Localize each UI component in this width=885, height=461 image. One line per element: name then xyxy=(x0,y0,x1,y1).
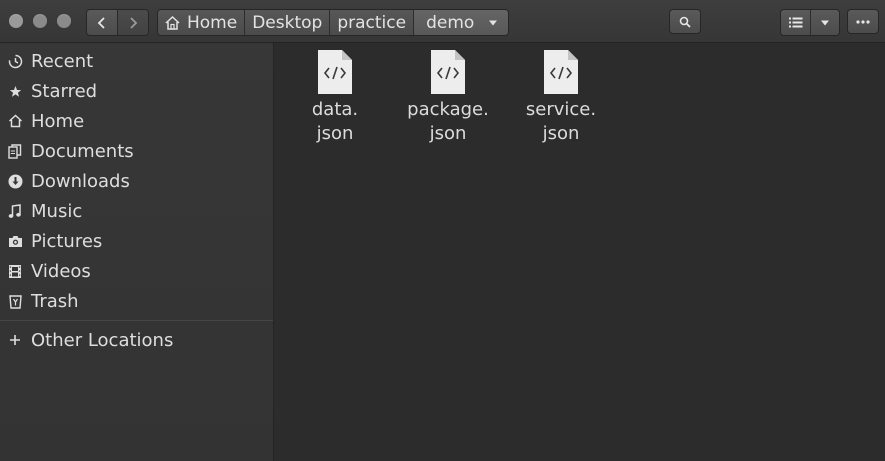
sidebar-item-label: Downloads xyxy=(31,170,130,192)
home-icon xyxy=(7,113,23,129)
path-crumb-label: Desktop xyxy=(252,12,323,33)
view-controls xyxy=(780,9,840,36)
file-manager-window: Home Desktop practice demo Recent Starre… xyxy=(0,0,885,461)
file-name: data. json xyxy=(311,99,359,144)
sidebar-item-label: Recent xyxy=(31,50,94,72)
file-view: data. json package. json service. json xyxy=(275,43,885,461)
sidebar-divider xyxy=(0,320,273,321)
film-icon xyxy=(7,263,23,279)
chevron-down-icon xyxy=(489,20,498,25)
more-icon xyxy=(856,19,870,24)
sidebar-item-label: Trash xyxy=(31,290,79,312)
menu-button[interactable] xyxy=(847,9,879,34)
chevron-left-icon xyxy=(97,16,105,29)
music-icon xyxy=(7,203,23,219)
sidebar-item-starred[interactable]: Starred xyxy=(0,76,273,106)
sidebar-item-videos[interactable]: Videos xyxy=(0,256,273,286)
window-minimize-button[interactable] xyxy=(33,14,47,28)
star-icon xyxy=(7,83,23,99)
back-button[interactable] xyxy=(87,10,117,35)
sidebar-item-label: Music xyxy=(31,200,83,222)
sidebar-item-label: Pictures xyxy=(31,230,103,252)
sidebar-item-label: Documents xyxy=(31,140,134,162)
path-crumb-label: practice xyxy=(337,12,407,33)
path-crumb-home[interactable]: Home xyxy=(158,10,246,35)
sidebar-item-home[interactable]: Home xyxy=(0,106,273,136)
sidebar-item-pictures[interactable]: Pictures xyxy=(0,226,273,256)
sidebar-item-label: Other Locations xyxy=(31,329,174,351)
file-item[interactable]: data. json xyxy=(285,49,385,146)
header-bar: Home Desktop practice demo xyxy=(0,0,885,43)
code-file-icon xyxy=(431,50,465,94)
forward-button[interactable] xyxy=(117,10,148,35)
camera-icon xyxy=(7,233,23,249)
search-icon xyxy=(679,16,691,28)
sidebar-item-documents[interactable]: Documents xyxy=(0,136,273,166)
view-options-button[interactable] xyxy=(811,10,839,35)
sidebar-item-music[interactable]: Music xyxy=(0,196,273,226)
window-maximize-button[interactable] xyxy=(57,14,71,28)
code-file-icon xyxy=(544,50,578,94)
sidebar-item-label: Videos xyxy=(31,260,91,282)
file-item[interactable]: package. json xyxy=(398,49,498,146)
code-file-icon xyxy=(318,50,352,94)
file-name: package. json xyxy=(407,99,489,144)
path-bar: Home Desktop practice demo xyxy=(157,9,510,36)
sidebar-item-label: Home xyxy=(31,110,85,132)
trash-icon xyxy=(7,293,23,309)
path-crumb-label: Home xyxy=(187,12,238,33)
download-icon xyxy=(7,173,23,189)
sidebar-item-recent[interactable]: Recent xyxy=(0,46,273,76)
plus-icon xyxy=(7,332,23,348)
sidebar-item-other-locations[interactable]: Other Locations xyxy=(0,325,273,355)
file-name: service. json xyxy=(525,99,597,144)
sidebar-item-downloads[interactable]: Downloads xyxy=(0,166,273,196)
path-crumb-demo[interactable]: demo xyxy=(414,10,509,35)
sidebar-item-label: Starred xyxy=(31,80,98,102)
home-icon xyxy=(165,15,180,30)
sidebar-item-trash[interactable]: Trash xyxy=(0,286,273,316)
navigation-buttons xyxy=(86,9,149,36)
chevron-down-icon xyxy=(821,20,829,25)
search-button[interactable] xyxy=(669,9,701,34)
clock-icon xyxy=(7,53,23,69)
path-crumb-desktop[interactable]: Desktop xyxy=(245,10,331,35)
chevron-right-icon xyxy=(130,16,138,29)
list-view-button[interactable] xyxy=(781,10,811,35)
window-close-button[interactable] xyxy=(9,14,23,28)
path-crumb-label: demo xyxy=(426,12,475,33)
documents-icon xyxy=(7,143,23,159)
sidebar: Recent Starred Home Documents Downloads … xyxy=(0,43,274,461)
path-crumb-practice[interactable]: practice xyxy=(330,10,415,35)
file-item[interactable]: service. json xyxy=(511,49,611,146)
list-view-icon xyxy=(788,17,802,28)
